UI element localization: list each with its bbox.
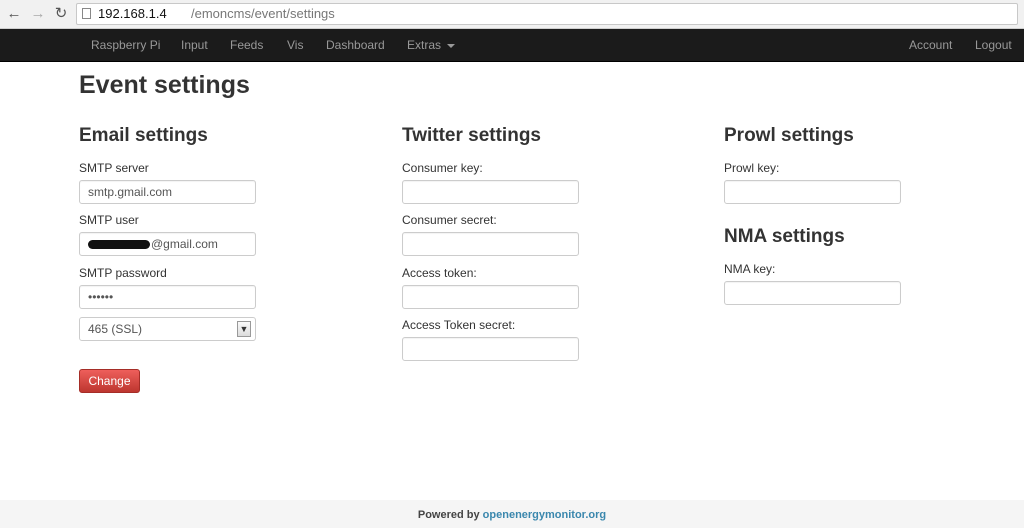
smtp-server-input[interactable]: smtp.gmail.com bbox=[79, 180, 256, 204]
consumer-key-input[interactable] bbox=[402, 180, 579, 204]
smtp-password-input[interactable]: •••••• bbox=[79, 285, 256, 309]
smtp-user-input[interactable]: @gmail.com bbox=[79, 232, 256, 256]
smtp-server-label: SMTP server bbox=[79, 161, 149, 175]
nma-key-label: NMA key: bbox=[724, 262, 776, 276]
consumer-key-label: Consumer key: bbox=[402, 161, 483, 175]
nav-feeds[interactable]: Feeds bbox=[230, 29, 263, 62]
footer-powered-by: Powered by bbox=[417, 509, 480, 521]
nma-settings-title: NMA settings bbox=[724, 226, 845, 247]
nav-vis[interactable]: Vis bbox=[287, 29, 303, 62]
footer: Powered by openenergymonitor.org bbox=[0, 500, 1024, 528]
access-token-label: Access token: bbox=[402, 266, 477, 280]
nav-input[interactable]: Input bbox=[181, 29, 208, 62]
back-arrow-icon[interactable]: ← bbox=[5, 5, 23, 23]
browser-toolbar: ← → ↻ 192.168.1.4 /emoncms/event/setting… bbox=[0, 0, 1024, 29]
forward-arrow-icon[interactable]: → bbox=[29, 5, 47, 23]
email-settings-title: Email settings bbox=[79, 125, 208, 146]
smtp-port-selected: 465 (SSL) bbox=[88, 322, 143, 336]
nma-key-input[interactable] bbox=[724, 281, 901, 305]
prowl-settings-title: Prowl settings bbox=[724, 125, 854, 146]
consumer-secret-label: Consumer secret: bbox=[402, 213, 497, 227]
redaction-scribble bbox=[88, 240, 150, 250]
nav-extras-label: Extras bbox=[407, 38, 442, 52]
address-bar[interactable]: 192.168.1.4 /emoncms/event/settings bbox=[76, 3, 1018, 25]
nav-extras-dropdown[interactable]: Extras bbox=[407, 29, 456, 62]
url-path: /emoncms/event/settings bbox=[191, 6, 335, 21]
url-host: 192.168.1.4 bbox=[98, 6, 167, 21]
smtp-user-value: @gmail.com bbox=[151, 237, 218, 251]
caret-down-icon bbox=[447, 43, 456, 48]
smtp-password-label: SMTP password bbox=[79, 266, 167, 280]
access-token-input[interactable] bbox=[402, 285, 579, 309]
page-icon bbox=[82, 8, 91, 19]
top-navbar: Raspberry Pi Input Feeds Vis Dashboard E… bbox=[0, 29, 1024, 62]
dropdown-arrow-icon[interactable]: ▼ bbox=[237, 321, 251, 337]
prowl-key-label: Prowl key: bbox=[724, 161, 780, 175]
smtp-user-label: SMTP user bbox=[79, 213, 139, 227]
consumer-secret-input[interactable] bbox=[402, 232, 579, 256]
prowl-key-input[interactable] bbox=[724, 180, 901, 204]
nav-account[interactable]: Account bbox=[909, 29, 952, 62]
smtp-port-select[interactable]: 465 (SSL) ▼ bbox=[79, 317, 256, 341]
footer-link[interactable]: openenergymonitor.org bbox=[483, 509, 606, 521]
page-title: Event settings bbox=[79, 71, 250, 99]
reload-icon[interactable]: ↻ bbox=[52, 5, 70, 23]
nav-raspberry-pi[interactable]: Raspberry Pi bbox=[91, 29, 160, 62]
nav-dashboard[interactable]: Dashboard bbox=[326, 29, 385, 62]
change-button[interactable]: Change bbox=[79, 369, 140, 393]
nav-logout[interactable]: Logout bbox=[975, 29, 1012, 62]
access-token-secret-label: Access Token secret: bbox=[402, 318, 516, 332]
twitter-settings-title: Twitter settings bbox=[402, 125, 541, 146]
access-token-secret-input[interactable] bbox=[402, 337, 579, 361]
